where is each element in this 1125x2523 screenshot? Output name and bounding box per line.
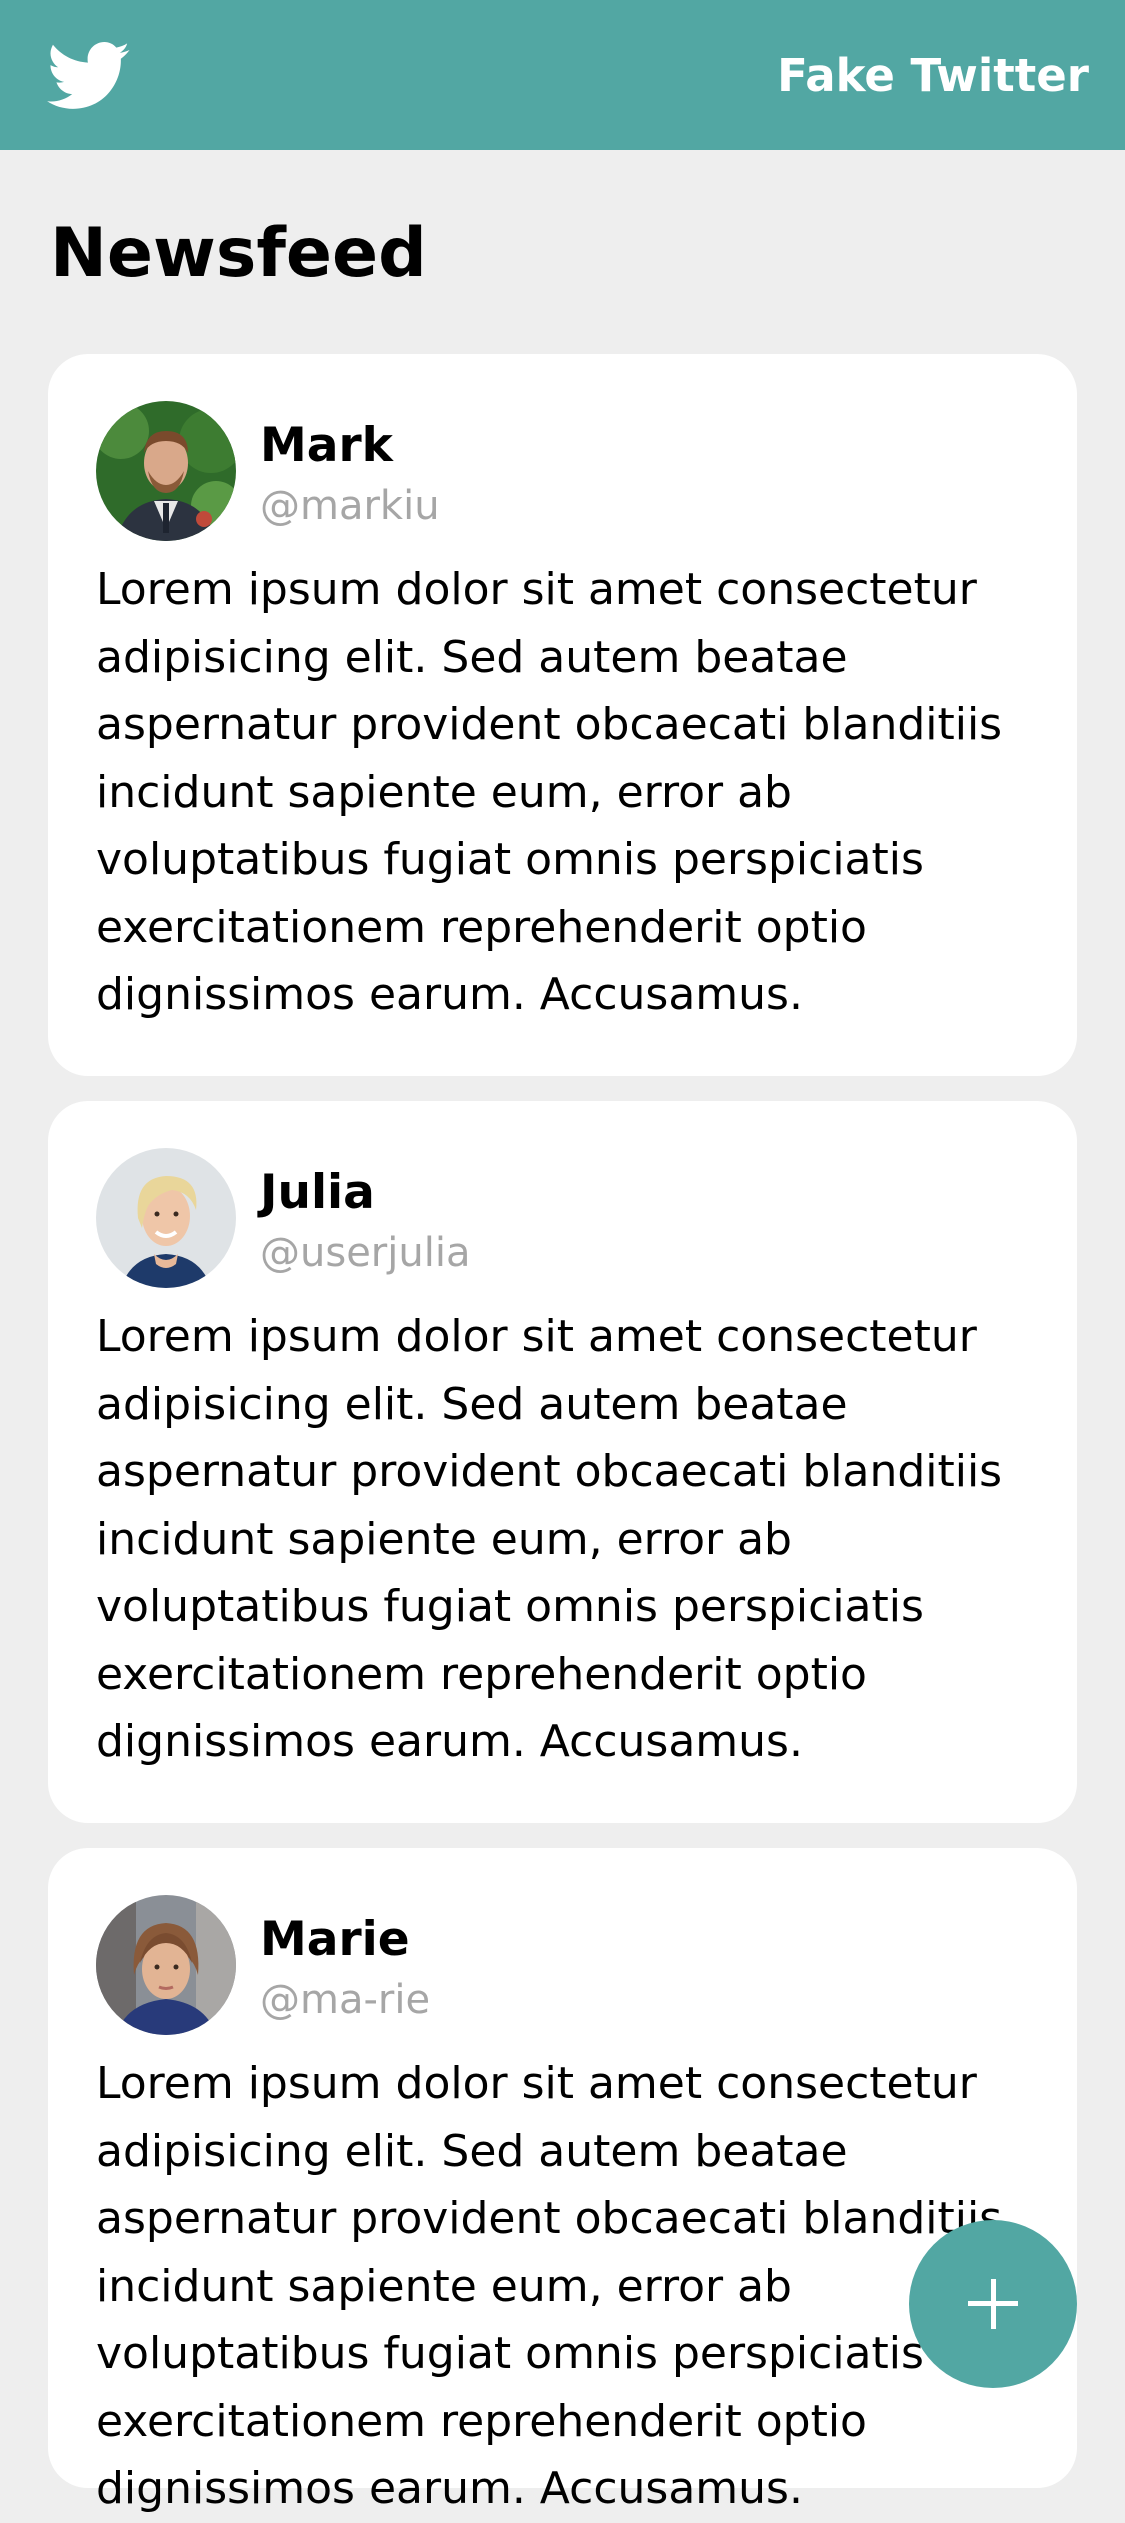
post-author-name[interactable]: Marie [260, 1912, 410, 1968]
avatar[interactable] [96, 1895, 236, 2035]
post-author-handle[interactable]: @markiu [260, 481, 440, 531]
post-card[interactable]: Julia @userjulia Lorem ipsum dolor sit a… [48, 1101, 1077, 1823]
avatar[interactable] [96, 401, 236, 541]
post-author-handle[interactable]: @ma-rie [260, 1975, 430, 2025]
app-header: Fake Twitter [0, 0, 1125, 150]
post-author-handle[interactable]: @userjulia [260, 1228, 470, 1278]
post-card[interactable]: Marie @ma-rie Lorem ipsum dolor sit amet… [48, 1848, 1077, 2514]
post-text: Lorem ipsum dolor sit amet consectetur a… [96, 1311, 1003, 1767]
post-text: Lorem ipsum dolor sit amet consectetur a… [96, 564, 1003, 1020]
app-brand: Fake Twitter [777, 49, 1089, 102]
new-post-button[interactable] [909, 2220, 1077, 2388]
page-title: Newsfeed [50, 214, 427, 293]
post-author-name[interactable]: Julia [260, 1165, 375, 1221]
post-author-name[interactable]: Mark [260, 418, 393, 474]
avatar[interactable] [96, 1148, 236, 1288]
twitter-bird-icon[interactable] [47, 42, 131, 112]
post-card[interactable]: Mark @markiu Lorem ipsum dolor sit amet … [48, 354, 1077, 1076]
